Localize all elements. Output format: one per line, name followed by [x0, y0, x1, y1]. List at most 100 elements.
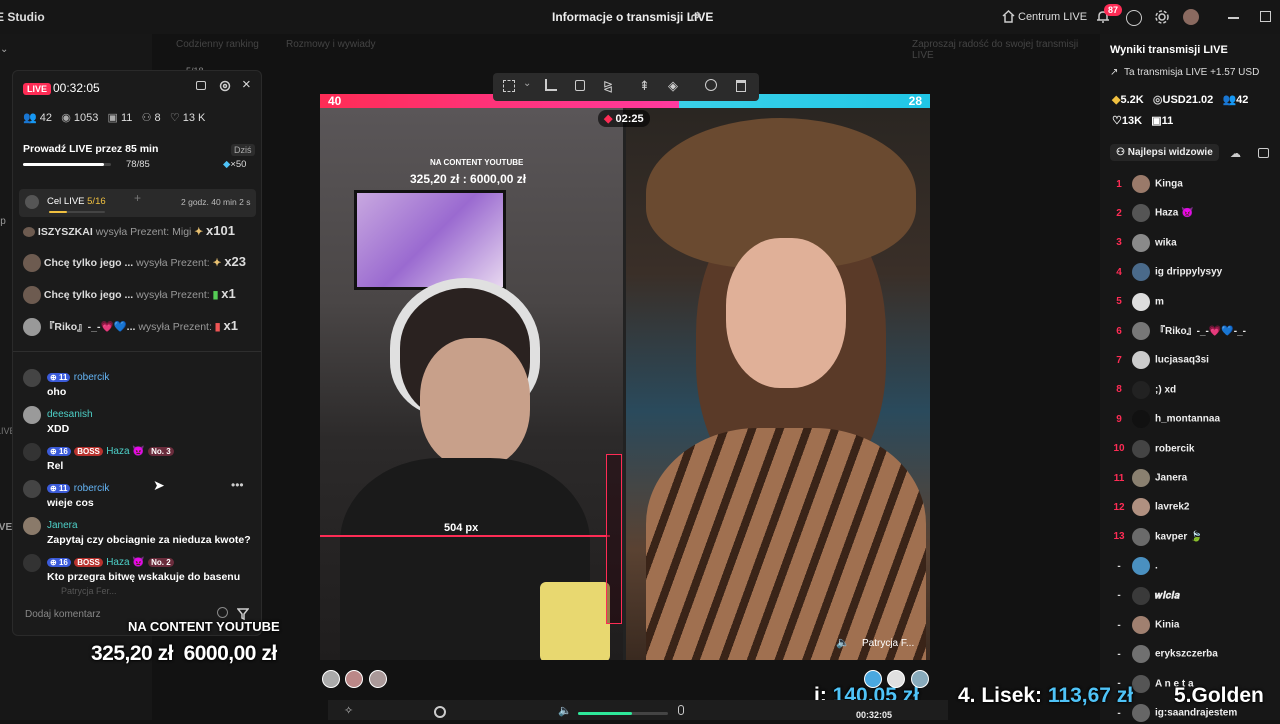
move-up-icon[interactable]: ⇞	[639, 78, 650, 94]
viewer-row[interactable]: 7 lucjasaq3si	[1112, 351, 1280, 371]
viewer-row[interactable]: 9 h_montannaa	[1112, 410, 1280, 430]
live-goal-box[interactable]: Cel LIVE 5/16 + 2 godz. 40 min 2 s	[19, 189, 256, 217]
right-video: 🔈 Patrycja F...	[626, 108, 930, 660]
avatar	[1132, 586, 1150, 605]
viewer-row[interactable]: 6 『Riko』-_-💗💙-_-	[1112, 322, 1280, 342]
comment-author[interactable]: Haza 👿	[106, 446, 145, 457]
flip-icon[interactable]: ⧎	[603, 79, 613, 93]
gear-icon[interactable]	[1154, 9, 1170, 25]
viewer-row[interactable]: -.	[1112, 557, 1280, 577]
layers-icon[interactable]: ◈	[668, 78, 678, 94]
viewer-row[interactable]: 11 Janera	[1112, 469, 1280, 489]
speaker-icon[interactable]: 🔈	[836, 636, 850, 649]
volume-icon[interactable]: 🔈	[558, 704, 572, 717]
copy-icon[interactable]	[575, 80, 585, 91]
expand-icon[interactable]	[503, 80, 515, 92]
emoji-icon[interactable]	[217, 607, 228, 618]
viewer-row[interactable]: 8 ;) xd	[1112, 380, 1280, 401]
viewer-name: Kinga	[1155, 178, 1183, 190]
comment-item[interactable]: deesanish XDD	[23, 406, 253, 435]
record-icon[interactable]	[434, 706, 446, 718]
live-stream-view[interactable]: 40 28 NA CONTENT YOUTUBE 325,20 zł : 600…	[320, 94, 930, 660]
viewer-row[interactable]: 2 Haza 👿	[1112, 204, 1280, 224]
viewer-row[interactable]: - erykszczerba	[1112, 645, 1280, 665]
cloud-icon[interactable]: ☁	[1230, 147, 1241, 160]
resize-handle[interactable]	[606, 454, 622, 624]
mission-progress-bar	[23, 163, 111, 166]
viewer-row[interactable]: 1 Kinga	[1112, 175, 1280, 195]
viewer-rank: 7	[1116, 355, 1122, 367]
settings-icon[interactable]	[219, 80, 231, 92]
comment-author[interactable]: Haza 👿	[106, 557, 145, 568]
notification-count: 87	[1104, 4, 1123, 16]
earnings-row[interactable]: ↗ Ta transmisja LIVE +1.57 USD	[1110, 67, 1259, 78]
viewer-row[interactable]: 5m	[1112, 292, 1280, 313]
comment-item[interactable]: ⊕ 11 robercik oho	[23, 369, 253, 398]
divider	[13, 351, 261, 352]
comment-author[interactable]: Janera	[47, 520, 78, 531]
help-icon[interactable]	[1126, 10, 1142, 26]
viewer-name: ig drippylysyy	[1155, 266, 1223, 278]
comment-author[interactable]: robercik	[74, 372, 110, 383]
comment-item[interactable]: ⊕ 16 BOSS Haza 👿 No. 2 Kto przegra bitwę…	[23, 554, 259, 583]
opponent-face	[726, 238, 846, 388]
volume-slider[interactable]	[578, 712, 668, 715]
rotate-icon[interactable]	[705, 79, 717, 91]
comment-author[interactable]: robercik	[74, 483, 110, 494]
mic-icon[interactable]	[678, 705, 684, 715]
gift-icon: ▮	[214, 321, 221, 333]
close-icon[interactable]: ×	[242, 76, 251, 93]
avatar	[1132, 645, 1150, 664]
viewer-rank: 1	[1116, 178, 1122, 190]
viewer-rank: -	[1117, 619, 1121, 631]
live-badge: LIVE	[23, 81, 52, 95]
lock-icon[interactable]	[196, 81, 206, 90]
viewer-row[interactable]: - Kinia	[1112, 616, 1280, 636]
avatar	[23, 406, 41, 424]
centrum-live-link[interactable]: Centrum LIVE	[1018, 11, 1087, 23]
trend-icon: ↗	[1110, 67, 1119, 78]
opponent-name: Patrycja F...	[862, 638, 915, 649]
avatar	[23, 254, 41, 273]
chats-link[interactable]: Rozmowy i wywiady	[286, 39, 375, 50]
chevron-down-icon[interactable]: ⌄	[0, 44, 8, 55]
rank-badge: No. 2	[148, 558, 174, 567]
viewer-row[interactable]: 4 ig drippylysyy	[1112, 263, 1280, 283]
plus-icon[interactable]: +	[134, 191, 141, 205]
avatar	[1132, 380, 1150, 399]
trash-icon[interactable]	[736, 80, 746, 92]
avatar	[23, 227, 35, 238]
avatar	[1132, 175, 1150, 193]
avatar	[1132, 204, 1150, 223]
heart-icon: ♡	[169, 112, 180, 124]
viewer-row[interactable]: 10 robercik	[1112, 439, 1280, 460]
avatar[interactable]	[1183, 9, 1199, 25]
users-icon: ⚇	[1116, 147, 1125, 158]
chevron-down-icon[interactable]: ⌄	[523, 78, 531, 89]
viewer-row[interactable]: - 𝒘𝒊𝒄𝒊𝒂	[1112, 586, 1280, 607]
comment-item[interactable]: ⊕ 11 robercik wieje cos •••	[23, 478, 253, 509]
crop-icon[interactable]	[545, 79, 557, 91]
comment-author[interactable]: deesanish	[47, 409, 93, 420]
viewer-row[interactable]: 13 kavper 🍃	[1112, 527, 1280, 548]
more-icon[interactable]: •••	[231, 478, 244, 492]
level-badge: ⊕ 16	[47, 558, 71, 567]
top-viewers-tab[interactable]: ⚇ Najlepsi widzowie	[1110, 144, 1219, 161]
avatar	[1132, 469, 1150, 487]
avatar	[23, 318, 41, 337]
maximize-icon[interactable]	[1260, 11, 1271, 22]
comment-item[interactable]: Janera Zapytaj czy obciagnie za nieduza …	[23, 517, 259, 546]
daily-ranking-link[interactable]: Codzienny ranking	[176, 39, 259, 50]
sparkle-icon[interactable]: ✧	[344, 704, 353, 717]
comment-item[interactable]: ⊕ 16 BOSS Haza 👿 No. 3 Rel	[23, 443, 253, 472]
viewer-row[interactable]: 3 wika	[1112, 233, 1280, 254]
viewer-row[interactable]: 12 lavrek2	[1112, 498, 1280, 518]
stat-shares: 8	[154, 112, 161, 124]
list-icon[interactable]	[1258, 148, 1269, 158]
filter-icon[interactable]	[237, 608, 249, 620]
minimize-icon[interactable]	[1228, 17, 1239, 19]
gift-row: Chcę tylko jego ... wysyła Prezent: ▮ x1	[23, 286, 236, 305]
share-icon[interactable]	[690, 11, 702, 23]
battle-timer: ◆ 02:25	[598, 110, 650, 127]
invite-hint: Zaproszaj radość do swojej transmisji LI…	[912, 39, 1079, 61]
